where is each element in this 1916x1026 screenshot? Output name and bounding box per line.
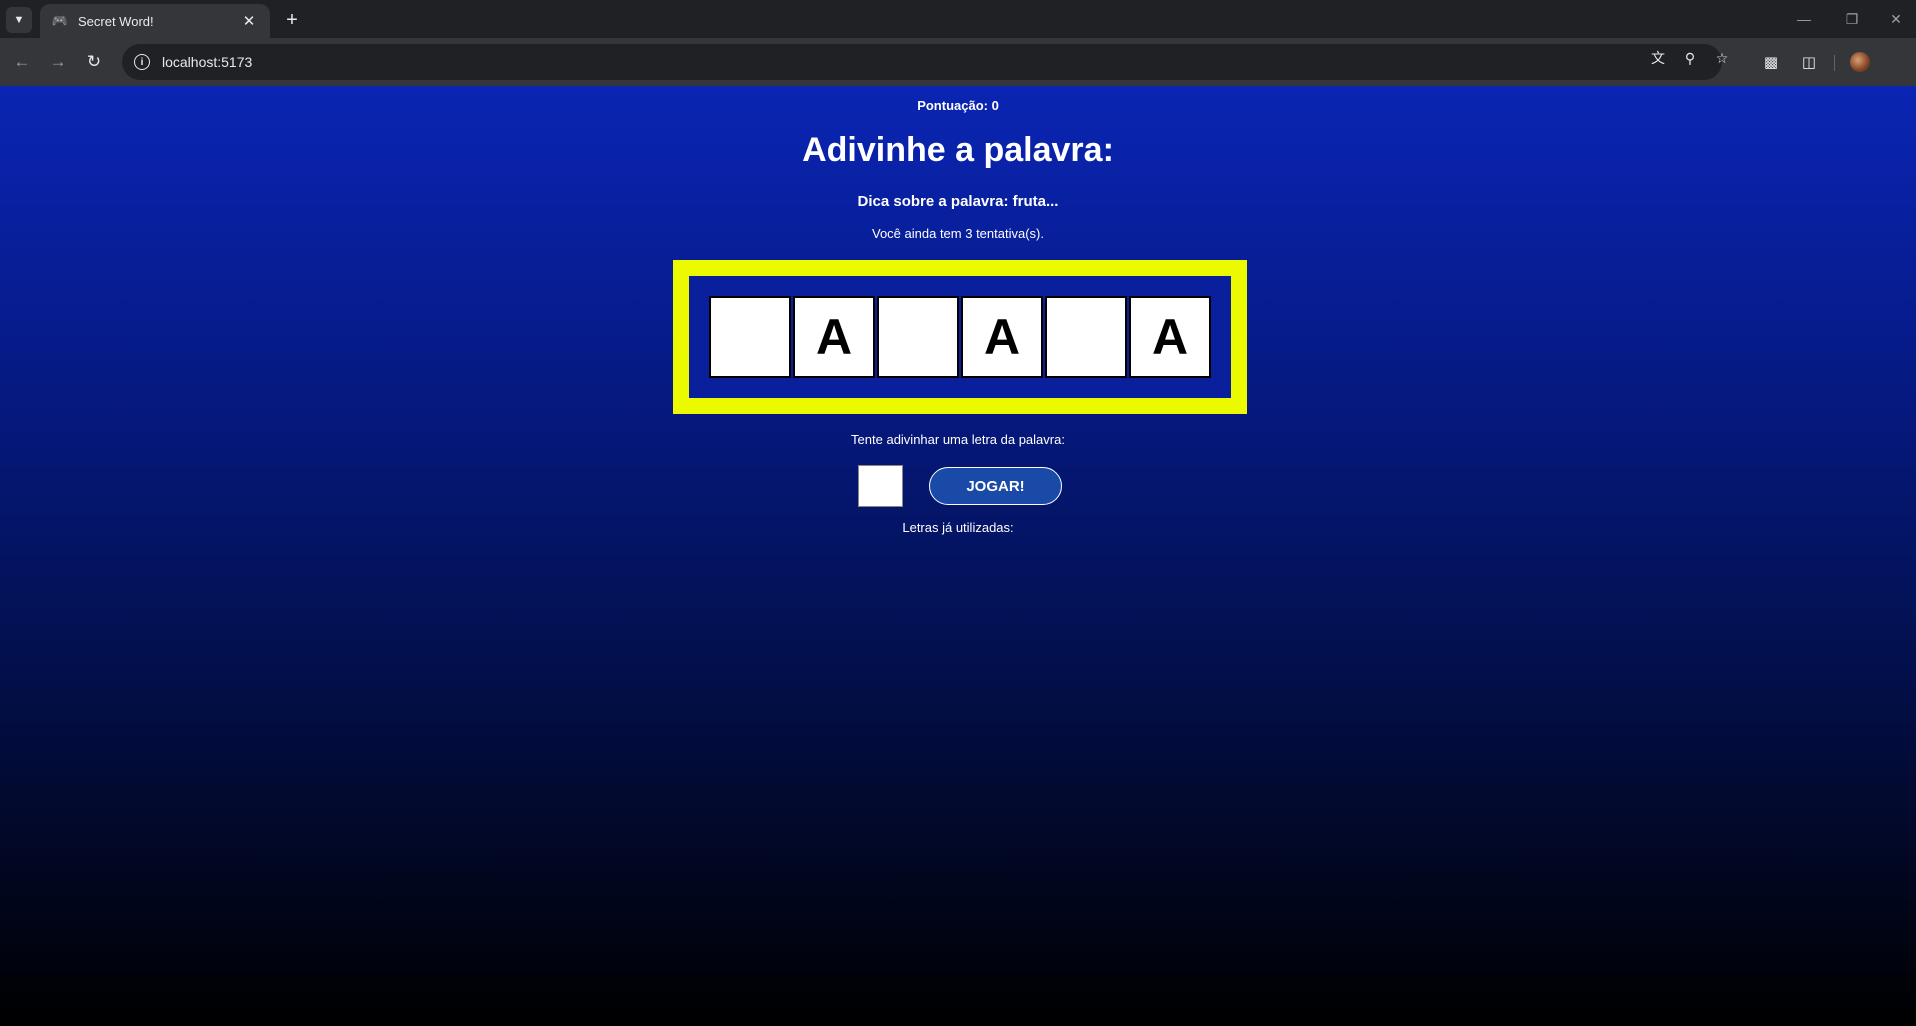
letter-box: A <box>793 296 875 378</box>
browser-toolbar: ← → ↻ i localhost:5173 文 ⚲ ☆ ▩ ◫ <box>0 38 1916 86</box>
address-bar[interactable]: i localhost:5173 <box>122 44 1722 80</box>
toolbar-divider <box>1834 55 1835 71</box>
translate-icon[interactable]: 文 <box>1648 48 1668 68</box>
word-tip: Dica sobre a palavra: fruta... <box>857 193 1059 210</box>
reload-icon[interactable]: ↻ <box>80 48 108 76</box>
restore-icon[interactable]: ❐ <box>1832 6 1872 32</box>
page-title: Adivinhe a palavra: <box>802 131 1114 169</box>
letter-box: A <box>1129 296 1211 378</box>
play-button[interactable]: JOGAR! <box>929 467 1062 505</box>
letter-box <box>877 296 959 378</box>
attempts-remaining: Você ainda tem 3 tentativa(s). <box>872 226 1044 241</box>
word-container: A A A <box>673 260 1247 414</box>
url-text: localhost:5173 <box>162 54 253 70</box>
letter-box: A <box>961 296 1043 378</box>
gamepad-icon: 🎮 <box>51 13 69 28</box>
puzzle-icon[interactable]: ◫ <box>1796 49 1822 75</box>
tab-title: Secret Word! <box>78 13 154 29</box>
game-page: Pontuação: 0 Adivinhe a palavra: Dica so… <box>0 86 1916 1026</box>
used-letters-label: Letras já utilizadas: <box>902 520 1014 535</box>
tab-list-icon[interactable]: ▼ <box>6 7 32 33</box>
browser-tab-bar: ▼ 🎮 Secret Word! ✕ + — ❐ ✕ <box>0 0 1916 38</box>
letter-box <box>709 296 791 378</box>
star-icon[interactable]: ☆ <box>1712 48 1732 68</box>
info-icon[interactable]: i <box>134 54 150 70</box>
zoom-icon[interactable]: ⚲ <box>1680 48 1700 68</box>
browser-tab[interactable]: 🎮 Secret Word! ✕ <box>40 4 270 38</box>
extension-icon[interactable]: ▩ <box>1758 49 1784 75</box>
avatar[interactable] <box>1850 52 1870 72</box>
close-icon[interactable]: ✕ <box>240 12 258 30</box>
score-label: Pontuação: 0 <box>917 98 999 113</box>
forward-icon[interactable]: → <box>44 48 72 76</box>
close-window-icon[interactable]: ✕ <box>1876 6 1916 32</box>
back-icon[interactable]: ← <box>8 48 36 76</box>
letter-input[interactable] <box>858 465 903 507</box>
letter-box <box>1045 296 1127 378</box>
plus-icon[interactable]: + <box>280 8 304 32</box>
guess-prompt: Tente adivinhar uma letra da palavra: <box>851 432 1065 447</box>
minimize-icon[interactable]: — <box>1784 6 1824 32</box>
